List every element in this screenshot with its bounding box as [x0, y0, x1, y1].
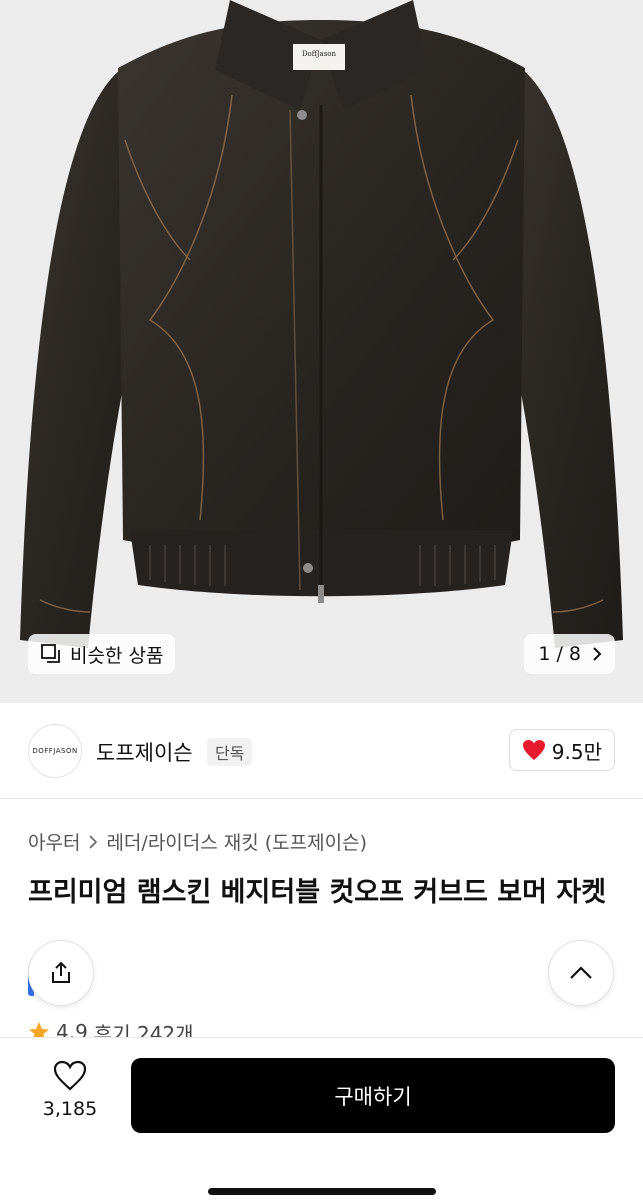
- product-image-gallery[interactable]: DoffJason 비슷한 상품 1 / 8: [0, 0, 643, 703]
- bottom-action-bar: 3,185 구매하기: [0, 1037, 643, 1200]
- brand-logo[interactable]: DOFFJASON: [28, 724, 82, 778]
- breadcrumb-category[interactable]: 아우터: [28, 828, 80, 855]
- wishlist-count: 3,185: [42, 1098, 98, 1120]
- wishlist-button[interactable]: 3,185: [30, 1060, 110, 1120]
- home-indicator: [208, 1188, 436, 1195]
- brand-row: DOFFJASON 도프제이슨 단독 9.5만: [0, 703, 643, 799]
- buy-button[interactable]: 구매하기: [131, 1058, 615, 1133]
- jacket-photo: DoffJason: [20, 0, 623, 648]
- heart-outline-icon: [53, 1060, 87, 1091]
- chevron-right-icon: [89, 834, 98, 849]
- similar-items-icon: [41, 644, 60, 663]
- jacket-tag-text: DoffJason: [302, 50, 337, 58]
- chevron-up-icon: [570, 966, 592, 979]
- heart-filled-icon: [522, 740, 545, 760]
- breadcrumb: 아우터 레더/라이더스 재킷 (도프제이슨): [28, 828, 367, 855]
- brand-like-button[interactable]: 9.5만: [508, 729, 615, 771]
- brand-like-count: 9.5만: [551, 739, 602, 764]
- breadcrumb-subcategory[interactable]: 레더/라이더스 재킷 (도프제이슨): [106, 828, 367, 855]
- brand-name[interactable]: 도프제이슨: [96, 737, 193, 767]
- share-icon: [52, 961, 70, 983]
- similar-products-label: 비슷한 상품: [70, 644, 164, 667]
- similar-products-button[interactable]: 비슷한 상품: [28, 634, 176, 674]
- chevron-right-icon: [593, 647, 602, 661]
- share-button[interactable]: [28, 940, 94, 1006]
- pager-count: 1 / 8: [538, 643, 581, 665]
- image-pager[interactable]: 1 / 8: [524, 634, 615, 674]
- product-title: 프리미엄 램스킨 베지터블 컷오프 커브드 보머 자켓: [28, 877, 607, 908]
- exclusive-badge: 단독: [207, 738, 253, 766]
- scroll-top-button[interactable]: [548, 940, 614, 1006]
